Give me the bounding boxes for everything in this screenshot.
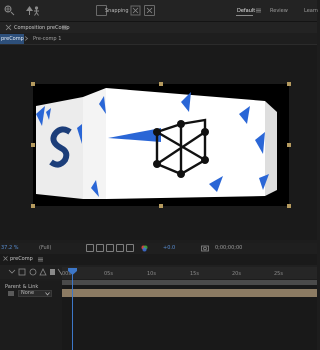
tab-arrow-icon [24,36,29,41]
workspace-menu-icon[interactable] [256,8,261,13]
ruler-label: 15s [190,271,199,277]
exposure-value[interactable]: +0.0 [163,245,175,251]
workspace-review-tab[interactable]: Review [270,8,288,14]
transform-handle[interactable] [31,204,35,208]
ruler-label: 10s [147,271,156,277]
playhead-line[interactable] [72,270,73,350]
transform-handle[interactable] [31,143,35,147]
transform-handle[interactable] [287,204,291,208]
ruler-label: 05s [104,271,113,277]
workspace-default-tab[interactable]: Default [237,8,255,14]
parent-dropdown-value: None [21,290,35,296]
chevron-down-icon [45,292,50,296]
timeline-switches[interactable] [8,268,64,276]
playhead-handle[interactable] [68,268,77,275]
timeline-panel-header [0,254,317,265]
workspace-active-underline [236,15,253,16]
timeline-tab-precomp[interactable]: preComp [10,256,33,262]
panel-close-icon[interactable] [5,24,12,31]
transparency-grid-icon[interactable] [126,244,134,252]
tab-precomp[interactable]: preComp [0,34,24,44]
snapping-label: Snapping [105,8,129,14]
transform-handle[interactable] [287,82,291,86]
layer-color-label[interactable] [8,291,14,296]
mask-visibility-icon[interactable] [106,244,114,252]
3d-scene-graphic [36,88,277,199]
region-of-interest-icon[interactable] [116,244,124,252]
transform-handle[interactable] [31,82,35,86]
tab-pre-comp-1[interactable]: Pre-comp 1 [33,36,61,42]
snap-options-box[interactable] [144,5,155,16]
selection-tool-icon[interactable] [4,5,15,16]
camera-snapshot-icon[interactable] [201,244,209,252]
zoom-level-dropdown[interactable]: 37.2 % [1,245,18,251]
transform-handle[interactable] [287,143,291,147]
timeline-menu-icon[interactable] [38,257,43,262]
snap-edges-icon[interactable] [130,5,141,16]
transform-handle[interactable] [159,204,163,208]
workspace-learn-tab[interactable]: Learn [304,8,318,14]
snapshot-icon[interactable] [86,244,94,252]
layer-duration-bar[interactable] [62,289,317,297]
timecode-display[interactable]: 0;00;00;00 [215,245,242,251]
transform-handle[interactable] [159,82,163,86]
puppet-tool-icon[interactable] [31,5,42,16]
grid-guide-icon[interactable] [96,244,104,252]
composition-frame[interactable] [33,84,289,206]
color-channel-icon[interactable] [141,245,148,252]
timeline-close-icon[interactable] [3,256,8,261]
resolution-dropdown[interactable]: (Full) [39,245,51,251]
ruler-label: 20s [232,271,241,277]
panel-menu-icon[interactable] [62,25,67,30]
ruler-label: 25s [274,271,283,277]
